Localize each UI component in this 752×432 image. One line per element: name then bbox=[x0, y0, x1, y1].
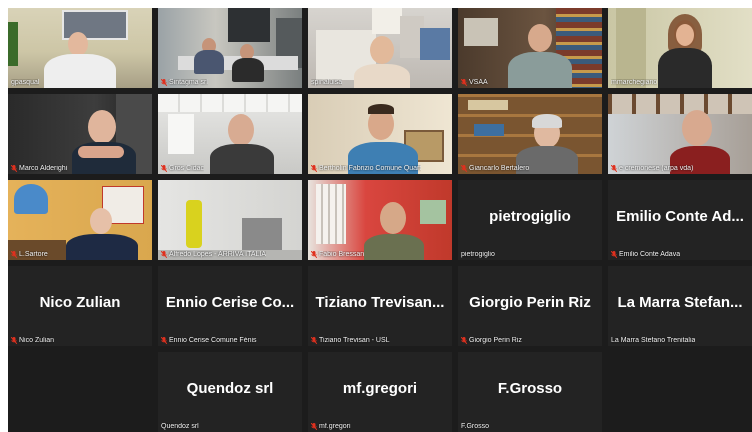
participant-tile[interactable]: gpasqual bbox=[8, 8, 152, 88]
participant-name: Tiziano Trevisan - USL bbox=[311, 337, 390, 344]
participant-tile[interactable]: VSAA bbox=[458, 8, 602, 88]
participant-tile[interactable]: Sintagma srl bbox=[158, 8, 302, 88]
video-grid: gpasqual Sintagma srl spinaluisa VSAA mm… bbox=[8, 8, 752, 432]
participant-name: spinaluisa bbox=[311, 79, 343, 86]
participant-display-name: Quendoz srl bbox=[186, 380, 274, 397]
participant-tile[interactable]: Tiziano Trevisan... Tiziano Trevisan - U… bbox=[308, 266, 452, 346]
video-feed bbox=[308, 8, 452, 88]
participant-display-name: Tiziano Trevisan... bbox=[315, 294, 445, 311]
participant-display-name: Giorgio Perin Riz bbox=[469, 294, 591, 311]
participant-tile[interactable]: F.Grosso F.Grosso bbox=[458, 352, 602, 432]
video-feed bbox=[308, 94, 452, 174]
muted-microphone-icon bbox=[161, 165, 167, 172]
participant-tile[interactable]: spinaluisa bbox=[308, 8, 452, 88]
participant-name: Ennio Cerise Comune Fénis bbox=[161, 337, 257, 344]
empty-tile bbox=[608, 352, 752, 432]
participant-name: L.Sartore bbox=[11, 251, 48, 258]
participant-tile[interactable]: Marco Alderighi bbox=[8, 94, 152, 174]
participant-display-name: Nico Zulian bbox=[39, 294, 121, 311]
participant-name: Sintagma srl bbox=[161, 79, 208, 86]
participant-display-name: La Marra Stefan... bbox=[617, 294, 743, 311]
participant-tile[interactable]: Bertholin Fabrizio Comune Quart bbox=[308, 94, 452, 174]
video-feed bbox=[458, 8, 602, 88]
muted-microphone-icon bbox=[311, 423, 317, 430]
video-feed bbox=[8, 8, 152, 88]
participant-name: pietrogiglio bbox=[461, 251, 495, 258]
participant-name: gpasqual bbox=[11, 79, 40, 86]
participant-name: mf.gregori bbox=[311, 423, 351, 430]
muted-microphone-icon bbox=[11, 337, 17, 344]
participant-tile[interactable]: Ennio Cerise Co... Ennio Cerise Comune F… bbox=[158, 266, 302, 346]
participant-tile[interactable]: e cremonese (arpa vda) bbox=[608, 94, 752, 174]
participant-tile[interactable]: Giorgio Perin Riz Giorgio Perin Riz bbox=[458, 266, 602, 346]
participant-tile[interactable]: Alfredo Lopes - ARRIVA ITALIA bbox=[158, 180, 302, 260]
participant-tile[interactable]: Quendoz srl Quendoz srl bbox=[158, 352, 302, 432]
empty-tile bbox=[8, 352, 152, 432]
video-feed bbox=[8, 94, 152, 174]
participant-name: Fabio Bressan bbox=[311, 251, 364, 258]
participant-name: VSAA bbox=[461, 79, 488, 86]
participant-tile[interactable]: mmarchegiano bbox=[608, 8, 752, 88]
video-feed bbox=[608, 94, 752, 174]
muted-microphone-icon bbox=[161, 337, 167, 344]
muted-microphone-icon bbox=[161, 79, 167, 86]
participant-name: La Marra Stefano Trenitalia bbox=[611, 337, 696, 344]
participant-tile[interactable]: Emilio Conte Ad... Emilio Conte Adava bbox=[608, 180, 752, 260]
participant-name: Giancarlo Bertalero bbox=[461, 165, 529, 172]
participant-tile[interactable]: La Marra Stefan... La Marra Stefano Tren… bbox=[608, 266, 752, 346]
muted-microphone-icon bbox=[611, 165, 617, 172]
video-feed bbox=[158, 180, 302, 260]
participant-display-name: mf.gregori bbox=[342, 380, 418, 397]
participant-tile[interactable]: Giancarlo Bertalero bbox=[458, 94, 602, 174]
participant-tile[interactable]: Nico Zulian Nico Zulian bbox=[8, 266, 152, 346]
participant-name: mmarchegiano bbox=[611, 79, 658, 86]
participant-name: Nico Zulian bbox=[11, 337, 54, 344]
participant-display-name: Ennio Cerise Co... bbox=[165, 294, 295, 311]
participant-tile[interactable]: Fabio Bressan bbox=[308, 180, 452, 260]
participant-name: Quendoz srl bbox=[161, 423, 199, 430]
participant-tile[interactable]: Gros Cidac bbox=[158, 94, 302, 174]
participant-display-name: F.Grosso bbox=[497, 380, 563, 397]
video-feed bbox=[8, 180, 152, 260]
participant-tile[interactable]: pietrogiglio pietrogiglio bbox=[458, 180, 602, 260]
muted-microphone-icon bbox=[611, 251, 617, 258]
muted-microphone-icon bbox=[311, 337, 317, 344]
muted-microphone-icon bbox=[461, 165, 467, 172]
muted-microphone-icon bbox=[311, 165, 317, 172]
muted-microphone-icon bbox=[311, 251, 317, 258]
muted-microphone-icon bbox=[11, 165, 17, 172]
participant-name: Marco Alderighi bbox=[11, 165, 67, 172]
participant-tile[interactable]: mf.gregori mf.gregori bbox=[308, 352, 452, 432]
participant-display-name: pietrogiglio bbox=[489, 208, 571, 225]
muted-microphone-icon bbox=[161, 251, 167, 258]
participant-name: Bertholin Fabrizio Comune Quart bbox=[311, 165, 421, 172]
participant-tile[interactable]: L.Sartore bbox=[8, 180, 152, 260]
participant-name: F.Grosso bbox=[461, 423, 490, 430]
participant-name: Gros Cidac bbox=[161, 165, 204, 172]
participant-name: Giorgio Perin Riz bbox=[461, 337, 522, 344]
video-feed bbox=[308, 180, 452, 260]
muted-microphone-icon bbox=[461, 79, 467, 86]
video-feed bbox=[158, 94, 302, 174]
muted-microphone-icon bbox=[11, 251, 17, 258]
video-feed bbox=[458, 94, 602, 174]
participant-display-name: Emilio Conte Ad... bbox=[616, 208, 744, 225]
video-feed bbox=[608, 8, 752, 88]
participant-name: e cremonese (arpa vda) bbox=[611, 165, 693, 172]
participant-name: Emilio Conte Adava bbox=[611, 251, 680, 258]
participant-name: Alfredo Lopes - ARRIVA ITALIA bbox=[161, 251, 266, 258]
video-feed bbox=[158, 8, 302, 88]
muted-microphone-icon bbox=[461, 337, 467, 344]
